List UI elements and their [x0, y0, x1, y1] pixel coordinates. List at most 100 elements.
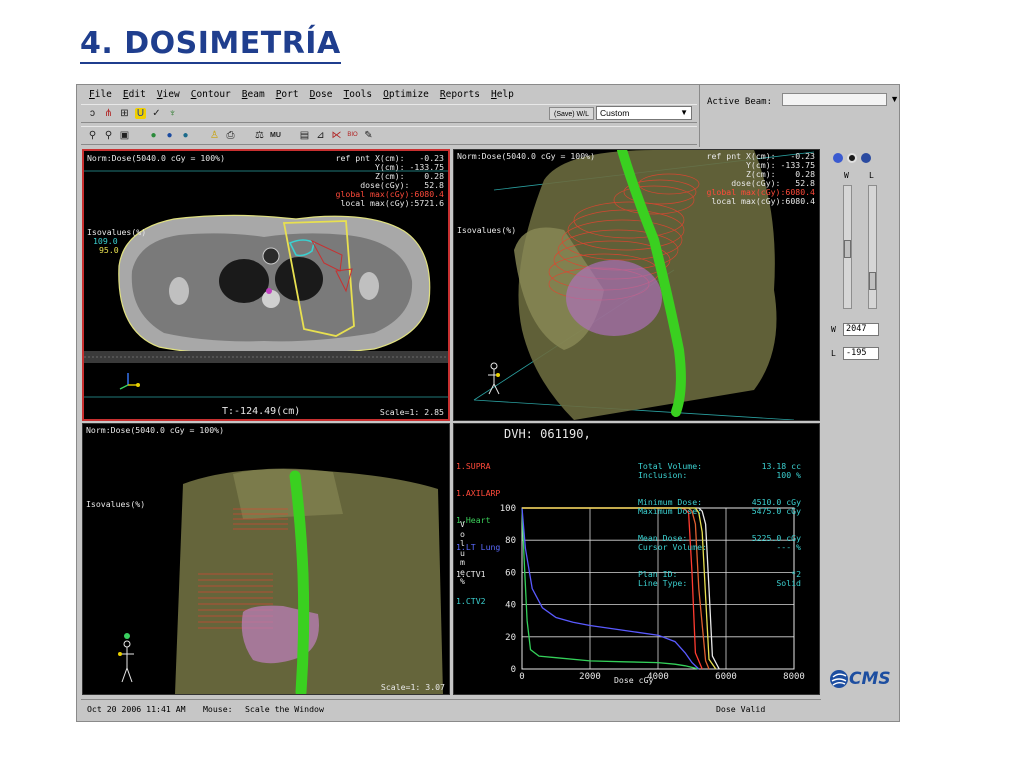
cms-logo-mark: [830, 670, 848, 688]
globe-green-icon[interactable]: ●: [148, 130, 159, 141]
toolbar-secondary: ⚲ ⚲ ▣ ● ● ● ♙ ⎙ ⚖ MU ▤ ⊿ ⋉ BIO ✎: [81, 126, 697, 145]
dvh-structure-6[interactable]: 1.CTV2: [456, 597, 500, 606]
globe-blue-icon[interactable]: ●: [164, 130, 175, 141]
menu-port[interactable]: Port: [276, 89, 299, 100]
dvh-structure-2[interactable]: 1.AXILARP: [456, 489, 500, 498]
wand-tool-icon[interactable]: ✓: [151, 108, 162, 119]
window-value-field[interactable]: 2047: [843, 323, 879, 336]
dvh-y-tick-label: 0: [511, 665, 516, 675]
dvh-y-tick-label: 80: [505, 536, 516, 546]
wl-preset-value: Custom: [600, 108, 630, 118]
bio-icon[interactable]: BIO: [347, 130, 358, 141]
menu-view[interactable]: View: [157, 89, 180, 100]
chart-icon[interactable]: ⊿: [315, 130, 326, 141]
dvh-y-tick-label: 40: [505, 601, 516, 611]
reference-point-readout: ref pnt X(cm): -0.23 Y(cm): -133.75 Z(cm):…: [706, 151, 815, 206]
dvh-y-tick-label: 20: [505, 633, 516, 643]
dose-normalization: Norm:Dose(5040.0 cGy = 100%): [457, 151, 596, 161]
patient-orientation-icon: [118, 633, 134, 683]
dvh-xlabel: Dose cGy: [614, 675, 654, 685]
window-slider[interactable]: [843, 185, 852, 309]
globe-icon[interactable]: [861, 153, 871, 163]
menu-reports[interactable]: Reports: [440, 89, 480, 100]
eye-icon[interactable]: [847, 153, 857, 163]
dvh-stats-values: 13.18 cc 100 % 4510.0 cGy 5475.0 cGy 5225.…: [751, 461, 801, 588]
grid-tool-icon[interactable]: ⊞: [119, 108, 130, 119]
slice-position: T:-124.49(cm): [222, 406, 301, 417]
dvh-x-tick-label: 0: [519, 672, 524, 682]
zoom-out-icon[interactable]: ⚲: [103, 130, 114, 141]
dvh-stats-labels: Total Volume: Inclusion: Minimum Dose: Max…: [638, 461, 708, 588]
patient-icon[interactable]: ♙: [209, 130, 220, 141]
cms-logo: CMS: [829, 669, 891, 689]
magnet-tool-icon[interactable]: U: [135, 108, 146, 119]
print-icon[interactable]: ⎙: [225, 130, 236, 141]
isovalues-legend: Isovalues(%) 109.0 95.0: [87, 227, 147, 255]
active-beam-label: Active Beam:: [707, 97, 773, 107]
scale-readout: Scale=1: 3.07: [380, 682, 445, 692]
dvh-x-tick-label: 8000: [783, 672, 805, 682]
status-bar: Oct 20 2006 11:41 AM Mouse: Scale the Wi…: [81, 699, 821, 718]
status-mouse-label: Mouse:: [203, 704, 233, 714]
globe-teal-icon[interactable]: ●: [180, 130, 191, 141]
menu-bar: File Edit View Contour Beam Port Dose To…: [81, 87, 697, 102]
dvh-title: DVH: 061190,: [504, 427, 591, 441]
pointer-icon[interactable]: ↄ: [87, 108, 98, 119]
menu-optimize[interactable]: Optimize: [383, 89, 429, 100]
status-dose-validity: Dose Valid: [716, 704, 766, 714]
menu-help[interactable]: Help: [491, 89, 514, 100]
contour-tool-icon[interactable]: ⋔: [103, 108, 114, 119]
isovalues-legend: Isovalues(%): [457, 225, 517, 235]
axial-view[interactable]: Norm:Dose(5040.0 cGy = 100%) ref pnt X(c…: [82, 149, 450, 421]
dose-normalization: Norm:Dose(5040.0 cGy = 100%): [87, 153, 226, 163]
level-slider[interactable]: [868, 185, 877, 309]
beams-eye-3d-view[interactable]: Norm:Dose(5040.0 cGy = 100%) ref pnt X(c…: [453, 149, 820, 421]
level-slider-thumb[interactable]: [869, 272, 876, 290]
cms-logo-text: CMS: [849, 669, 891, 689]
measure-tool-icon[interactable]: ♆: [167, 108, 178, 119]
l-slider-label: L: [869, 171, 874, 180]
isovalues-legend: Isovalues(%): [86, 499, 146, 509]
zoom-in-icon[interactable]: ⚲: [87, 130, 98, 141]
menu-beam[interactable]: Beam: [242, 89, 265, 100]
status-mouse-mode: Scale the Window: [245, 704, 324, 714]
dvh-y-tick-label: 100: [500, 504, 516, 514]
dose-normalization: Norm:Dose(5040.0 cGy = 100%): [86, 425, 225, 435]
menu-edit[interactable]: Edit: [123, 89, 146, 100]
chevron-down-icon: ▼: [890, 94, 899, 104]
w-field-label: W: [831, 325, 836, 334]
balance-icon[interactable]: ⚖: [254, 130, 265, 141]
status-datetime: Oct 20 2006 11:41 AM: [87, 704, 186, 714]
dvh-y-tick-label: 60: [505, 568, 516, 578]
graph-icon[interactable]: ⋉: [331, 130, 342, 141]
dvh-x-tick-label: 6000: [715, 672, 737, 682]
wl-preset-select[interactable]: Custom ▼: [596, 106, 692, 120]
window-slider-thumb[interactable]: [844, 240, 851, 258]
mu-icon[interactable]: MU: [270, 130, 281, 141]
menu-contour[interactable]: Contour: [191, 89, 231, 100]
slide-title: 4. DOSIMETRÍA: [80, 26, 341, 64]
view-pointer-icon[interactable]: [833, 153, 843, 163]
level-value-field[interactable]: -195: [843, 347, 879, 360]
l-field-label: L: [831, 349, 836, 358]
coronal-3d-view[interactable]: Norm:Dose(5040.0 cGy = 100%) Isovalues(%…: [82, 423, 450, 695]
reference-point-readout: ref pnt X(cm): -0.23 Y(cm): -133.75 Z(cm):…: [335, 153, 444, 208]
scale-readout: Scale=1: 2.85: [379, 407, 444, 417]
menu-dose[interactable]: Dose: [310, 89, 333, 100]
save-icon[interactable]: ▣: [119, 130, 130, 141]
dvh-structure-1[interactable]: 1.SUPRA: [456, 462, 500, 471]
3d-coronal-rendering: [118, 468, 443, 694]
report-icon[interactable]: ▤: [299, 130, 310, 141]
menu-tools[interactable]: Tools: [344, 89, 373, 100]
save-wl-button[interactable]: (Save) W/L: [549, 107, 595, 120]
check-icon[interactable]: ✎: [363, 130, 374, 141]
dvh-x-tick-label: 2000: [579, 672, 601, 682]
window-level-panel: W L W 2047 L -195: [825, 149, 897, 695]
treatment-planning-window: File Edit View Contour Beam Port Dose To…: [76, 84, 900, 722]
dvh-view[interactable]: 0 2000 4000 6000 8000 0 20 40 60 80 100 DVH: 06119…: [453, 423, 820, 695]
menu-file[interactable]: File: [89, 89, 112, 100]
dvh-ylabel: Volume %: [460, 519, 465, 586]
w-slider-label: W: [844, 171, 849, 180]
active-beam-select[interactable]: ▼: [782, 93, 899, 106]
axis-triad-icon: [119, 373, 140, 390]
